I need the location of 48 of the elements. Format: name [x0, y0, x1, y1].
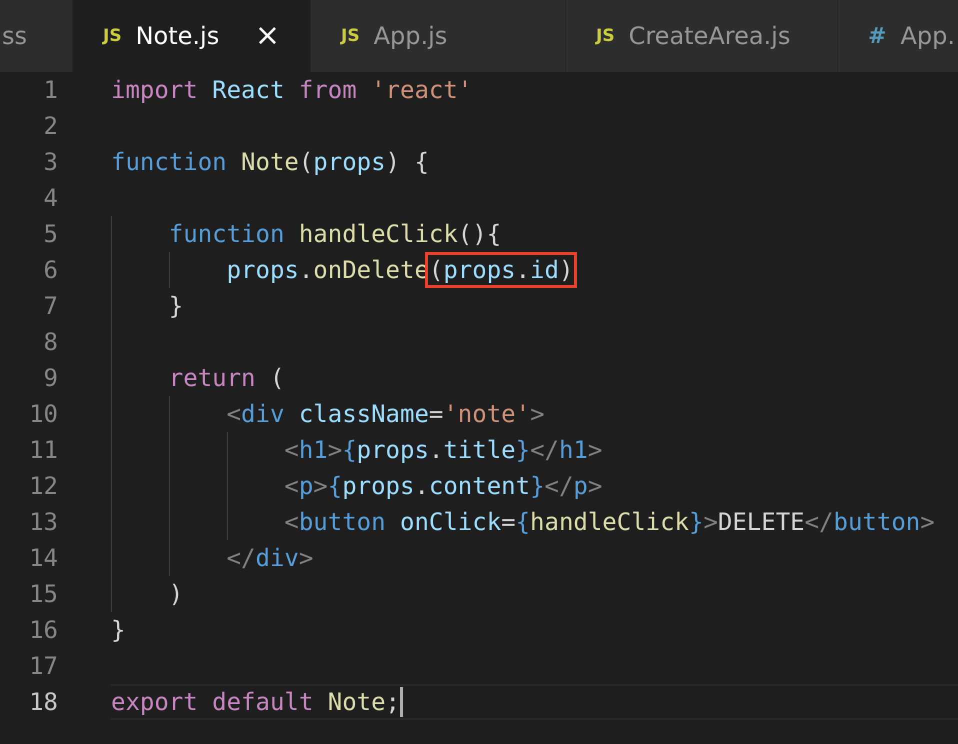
line-number: 5 — [42, 219, 58, 250]
line-number: 4 — [42, 183, 58, 214]
line-number: 1 — [42, 75, 58, 106]
line-number: 12 — [28, 471, 58, 502]
hash-icon: # — [868, 24, 886, 48]
line-number: 10 — [28, 399, 58, 430]
line-number: 6 — [42, 255, 58, 286]
text-cursor — [400, 687, 403, 717]
line-number: 8 — [42, 327, 58, 358]
tab-label: App. — [900, 22, 955, 50]
tab-label: ss — [2, 22, 28, 50]
line-number: 17 — [28, 651, 58, 682]
tab-label: Note.js — [136, 22, 220, 50]
line-number: 7 — [42, 291, 58, 322]
code-line: } — [168, 292, 184, 320]
code-line: <p>{props.content}</p> — [283, 472, 602, 500]
line-number: 16 — [28, 615, 58, 646]
file-tab[interactable]: JS App.js — [311, 0, 566, 72]
code-line: <h1>{props.title}</h1> — [283, 436, 602, 464]
code-line: return ( — [168, 364, 284, 392]
code-line: function handleClick(){ — [168, 220, 502, 248]
line-number: 14 — [28, 543, 58, 574]
line-number: 15 — [28, 579, 58, 610]
file-tab[interactable]: # App. — [838, 0, 958, 72]
tab-label: App.js — [374, 22, 448, 50]
code-line: ) — [168, 580, 184, 608]
tab-label: CreateArea.js — [628, 22, 790, 50]
code-line: export default Note; — [111, 687, 400, 718]
code-line: <div className='note'> — [226, 400, 545, 428]
file-tab[interactable]: ss — [0, 0, 73, 72]
code-line: <button onClick={handleClick}>DELETE</button> — [283, 508, 935, 536]
code-line: props.onDelete(props.id) — [111, 256, 574, 284]
line-number: 13 — [28, 507, 58, 538]
code-line: </div> — [226, 544, 314, 572]
close-icon[interactable]: × — [254, 21, 280, 51]
line-number: 9 — [42, 363, 58, 394]
line-number: 11 — [28, 435, 58, 466]
js-file-icon: JS — [596, 26, 615, 46]
line-number: 3 — [42, 147, 58, 178]
code-line: function Note(props) { — [111, 148, 429, 176]
code-line: } — [111, 616, 126, 644]
js-file-icon: JS — [341, 26, 360, 46]
file-tab[interactable]: JS CreateArea.js — [566, 0, 838, 72]
line-number: 18 — [28, 687, 58, 718]
line-number: 2 — [42, 111, 58, 142]
file-tab[interactable]: JS Note.js × — [73, 0, 311, 72]
js-file-icon: JS — [103, 26, 122, 46]
code-line: import React from 'react' — [111, 76, 472, 104]
